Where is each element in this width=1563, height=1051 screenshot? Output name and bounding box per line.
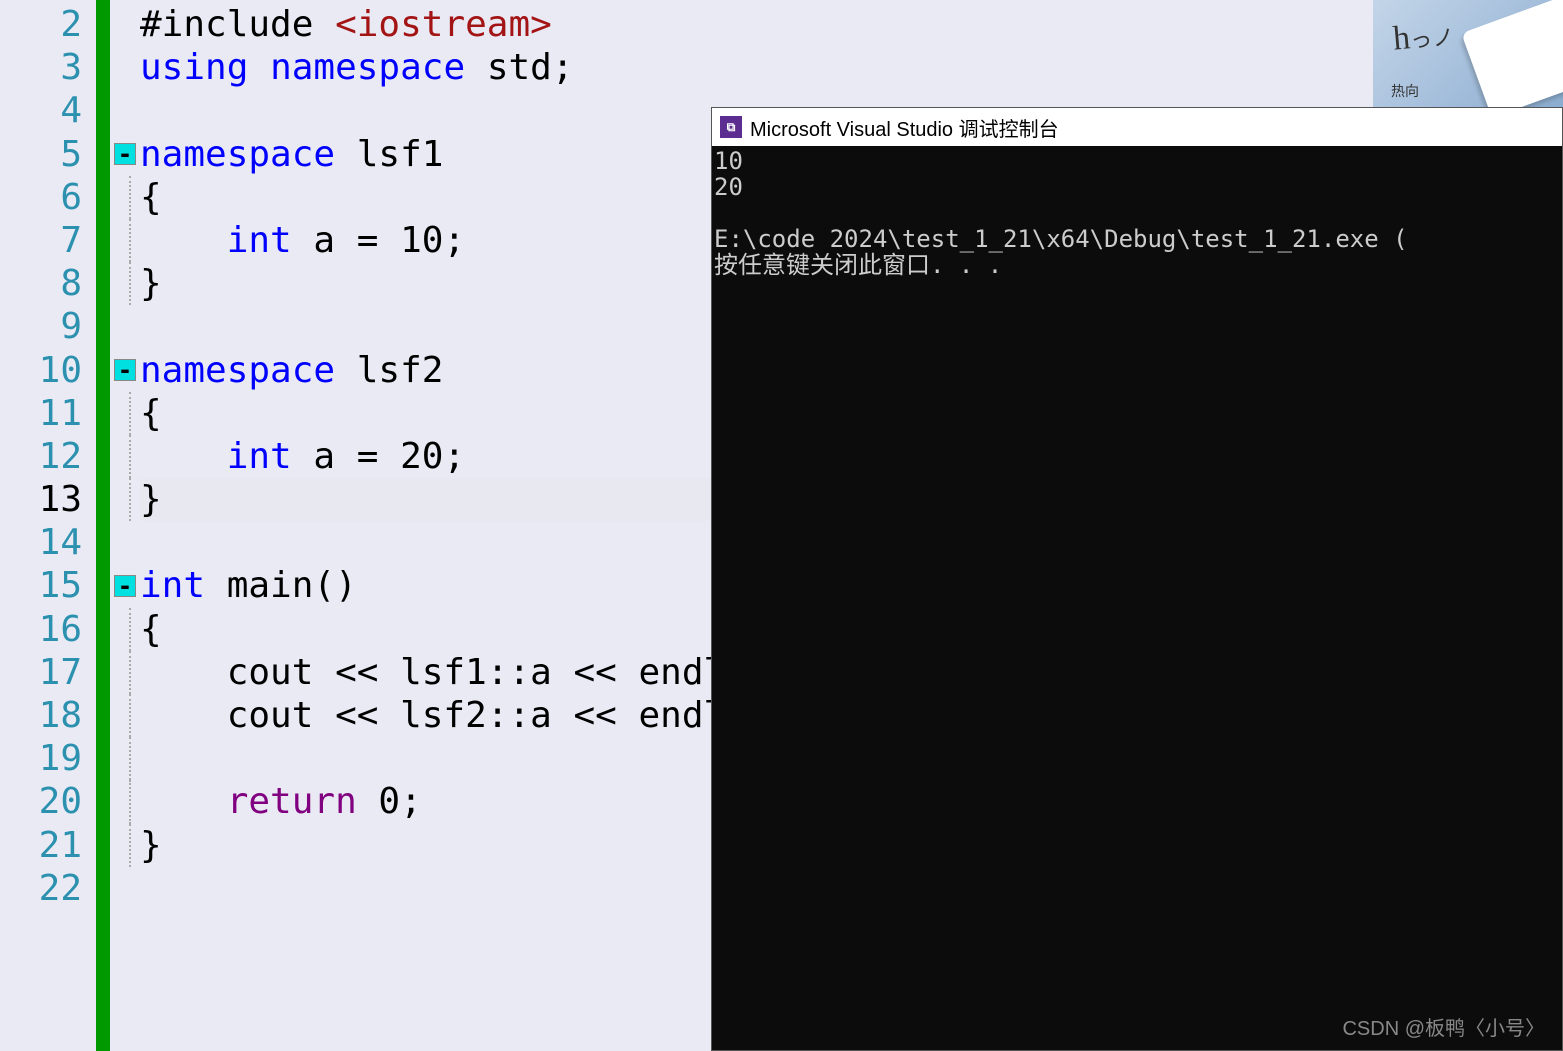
preprocessor: #include bbox=[140, 4, 313, 45]
code-text: a = 10; bbox=[292, 220, 465, 261]
line-number: 5 bbox=[0, 133, 96, 176]
keyword: namespace bbox=[140, 134, 335, 175]
decoration-scribble: hっノ bbox=[1391, 15, 1455, 58]
header-name: <iostream> bbox=[335, 4, 552, 45]
line-number: 10 bbox=[0, 349, 96, 392]
fold-column: - - - bbox=[110, 0, 140, 1051]
brace: { bbox=[140, 177, 162, 218]
fold-toggle-icon[interactable]: - bbox=[114, 359, 136, 381]
fold-toggle-icon[interactable]: - bbox=[114, 575, 136, 597]
identifier: lsf2 bbox=[335, 350, 443, 391]
line-number: 7 bbox=[0, 219, 96, 262]
line-number: 6 bbox=[0, 176, 96, 219]
fold-guide bbox=[129, 219, 131, 262]
line-number: 2 bbox=[0, 3, 96, 46]
line-number: 4 bbox=[0, 89, 96, 132]
console-line: 10 bbox=[714, 147, 743, 175]
line-number: 12 bbox=[0, 435, 96, 478]
line-number: 18 bbox=[0, 694, 96, 737]
line-number-current: 13 bbox=[0, 478, 96, 521]
code-line[interactable]: using namespace std; bbox=[140, 46, 1563, 89]
fold-guide bbox=[129, 478, 131, 521]
fold-guide bbox=[129, 435, 131, 478]
function-name: main() bbox=[205, 565, 357, 606]
line-number: 20 bbox=[0, 780, 96, 823]
console-titlebar[interactable]: ⧉ Microsoft Visual Studio 调试控制台 bbox=[712, 108, 1562, 146]
keyword: int bbox=[140, 565, 205, 606]
line-number: 19 bbox=[0, 737, 96, 780]
keyword: namespace bbox=[270, 47, 465, 88]
line-number: 15 bbox=[0, 564, 96, 607]
code-text: std; bbox=[465, 47, 573, 88]
brace: { bbox=[140, 609, 162, 650]
fold-guide bbox=[129, 780, 131, 823]
line-number: 11 bbox=[0, 392, 96, 435]
code-text: 0; bbox=[357, 781, 422, 822]
code-text: a = 20; bbox=[292, 436, 465, 477]
console-title-text: Microsoft Visual Studio 调试控制台 bbox=[750, 113, 1059, 142]
decoration-text: 热向 bbox=[1391, 81, 1419, 101]
line-number: 3 bbox=[0, 46, 96, 89]
keyword: int bbox=[227, 220, 292, 261]
line-number: 8 bbox=[0, 262, 96, 305]
line-number-gutter: 2 3 4 5 6 7 8 9 10 11 12 13 14 15 16 17 … bbox=[0, 0, 110, 1051]
code-text: cout << lsf1::a << endl; bbox=[140, 652, 747, 693]
code-line[interactable]: #include <iostream> bbox=[140, 3, 1563, 46]
console-line: 按任意键关闭此窗口. . . bbox=[714, 251, 1002, 279]
fold-guide bbox=[129, 176, 131, 219]
console-line: E:\code 2024\test_1_21\x64\Debug\test_1_… bbox=[714, 225, 1408, 253]
keyword: int bbox=[227, 436, 292, 477]
brace: } bbox=[140, 263, 162, 304]
keyword: return bbox=[227, 781, 357, 822]
line-number: 9 bbox=[0, 305, 96, 348]
fold-guide bbox=[129, 608, 131, 651]
keyword: namespace bbox=[140, 350, 335, 391]
console-line: 20 bbox=[714, 173, 743, 201]
watermark: CSDN @板鸭〈小号〉 bbox=[1342, 1012, 1545, 1041]
line-number: 21 bbox=[0, 824, 96, 867]
fold-guide bbox=[129, 262, 131, 305]
brace: { bbox=[140, 393, 162, 434]
line-number: 16 bbox=[0, 608, 96, 651]
code-text: cout << lsf2::a << endl; bbox=[140, 695, 747, 736]
line-number: 14 bbox=[0, 521, 96, 564]
console-output[interactable]: 10 20 E:\code 2024\test_1_21\x64\Debug\t… bbox=[712, 146, 1562, 1050]
line-number: 22 bbox=[0, 867, 96, 910]
vs-icon: ⧉ bbox=[720, 116, 742, 138]
identifier: lsf1 bbox=[335, 134, 443, 175]
line-number: 17 bbox=[0, 651, 96, 694]
brace: } bbox=[140, 825, 162, 866]
fold-guide bbox=[129, 651, 131, 694]
fold-guide bbox=[129, 824, 131, 867]
fold-guide bbox=[129, 694, 131, 737]
debug-console-window[interactable]: ⧉ Microsoft Visual Studio 调试控制台 10 20 E:… bbox=[711, 107, 1563, 1051]
keyword: using bbox=[140, 47, 248, 88]
fold-guide bbox=[129, 392, 131, 435]
fold-toggle-icon[interactable]: - bbox=[114, 143, 136, 165]
decoration-shape bbox=[1461, 0, 1563, 107]
background-decoration: hっノ 热向 bbox=[1373, 0, 1563, 107]
brace: } bbox=[140, 479, 162, 520]
fold-guide bbox=[129, 737, 131, 780]
